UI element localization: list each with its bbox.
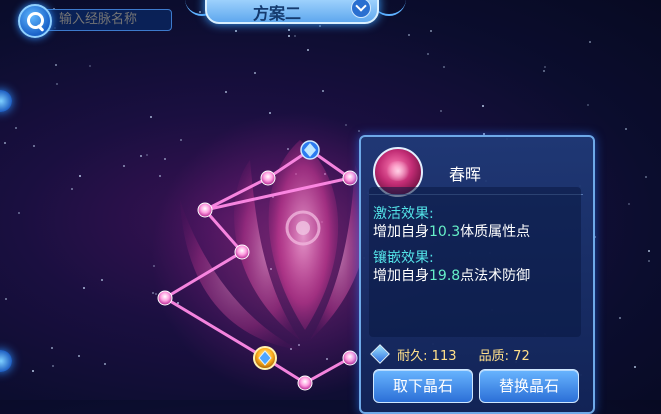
crystal-gem-icon [370, 344, 390, 364]
inlay-value: 19.8 [429, 268, 461, 284]
remove-crystal-button[interactable]: 取下晶石 [373, 369, 473, 403]
meridian-node[interactable] [342, 350, 358, 366]
activate-suffix: 体质属性点 [460, 224, 531, 240]
quality-value: 72 [513, 349, 530, 364]
activate-effect-title: 激活效果: [373, 206, 434, 222]
plan-label: 方案二 [252, 4, 301, 23]
meridian-node[interactable] [234, 244, 250, 260]
inlay-suffix: 点法术防御 [460, 268, 531, 284]
search-bar [18, 4, 172, 38]
plan-selector[interactable]: 方案二 [205, 0, 379, 24]
crystal-name: 春晖 [449, 165, 482, 184]
crystal-info-panel: 春晖 激活效果: 增加自身10.3体质属性点 镶嵌效果: 增加自身19.8点法术… [359, 135, 595, 414]
selected-node-icon[interactable] [253, 346, 277, 370]
activate-prefix: 增加自身 [373, 224, 429, 240]
replace-crystal-button[interactable]: 替换晶石 [479, 369, 579, 403]
meridian-node[interactable] [342, 170, 358, 186]
meridian-node[interactable] [197, 202, 213, 218]
inlay-effect-title: 镶嵌效果: [373, 250, 434, 266]
meridian-node[interactable] [297, 375, 313, 391]
meridian-node[interactable] [260, 170, 276, 186]
meridian-node[interactable] [157, 290, 173, 306]
quality-label: 品质: [478, 349, 510, 364]
durability-value: 113 [431, 349, 457, 364]
durability-label: 耐久: [397, 349, 428, 364]
search-icon[interactable] [18, 4, 52, 38]
activate-effect-text: 增加自身10.3体质属性点 [373, 221, 530, 241]
chevron-down-icon[interactable] [351, 0, 371, 18]
search-input[interactable] [42, 9, 172, 31]
activate-value: 10.3 [429, 224, 461, 240]
inlay-prefix: 增加自身 [373, 268, 429, 284]
crystal-stats: 耐久: 113 品质: 72 [370, 344, 530, 364]
inlay-effect-text: 增加自身19.8点法术防御 [373, 265, 530, 285]
crystal-node-icon[interactable] [300, 140, 320, 160]
